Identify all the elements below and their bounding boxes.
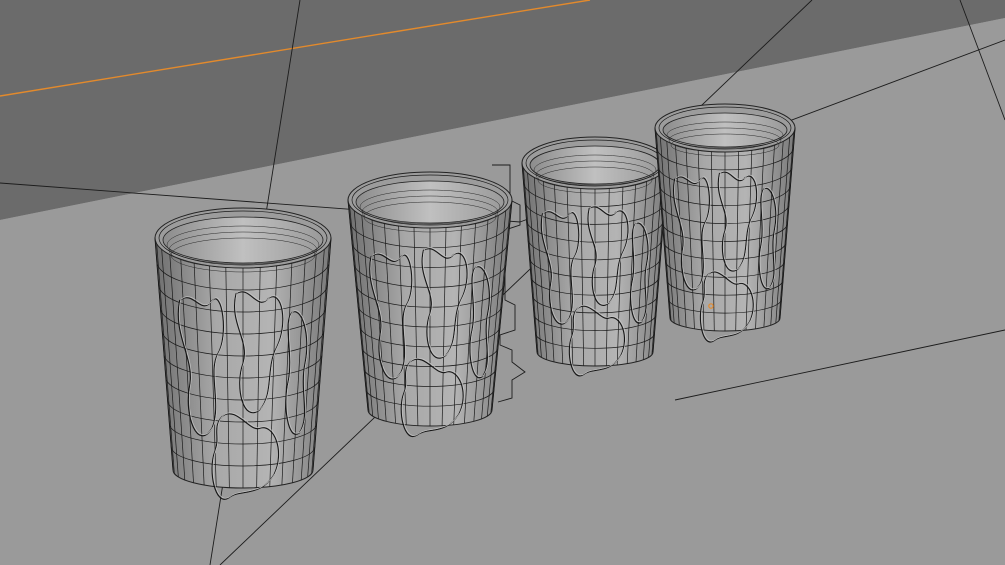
cup-4[interactable] — [654, 103, 796, 343]
cup-1[interactable] — [154, 207, 332, 500]
viewport-scene[interactable] — [0, 0, 1005, 565]
3d-viewport[interactable] — [0, 0, 1005, 565]
cup-3[interactable] — [521, 136, 669, 377]
cup-2[interactable] — [347, 171, 513, 438]
